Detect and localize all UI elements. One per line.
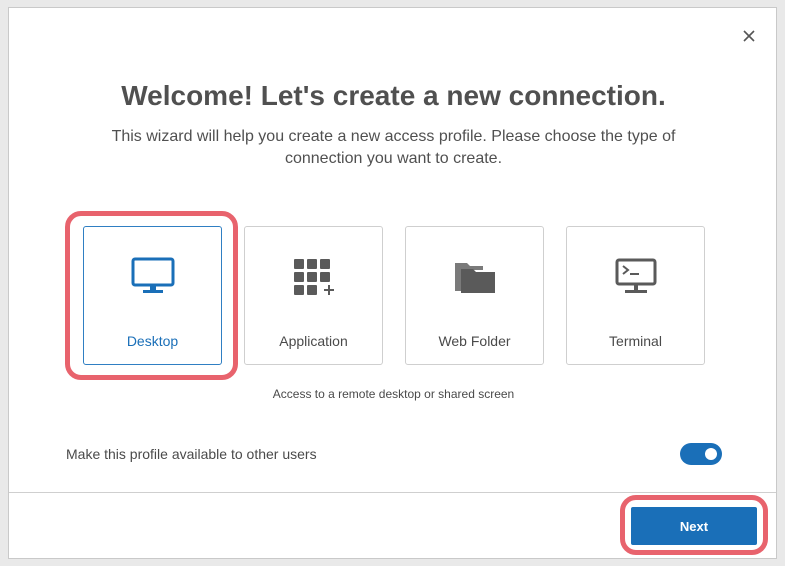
next-button[interactable]: Next xyxy=(631,507,757,545)
type-label: Terminal xyxy=(609,333,662,349)
type-tile-web-folder[interactable]: Web Folder xyxy=(405,226,544,365)
type-label: Web Folder xyxy=(438,333,511,349)
new-connection-dialog: Welcome! Let's create a new connection. … xyxy=(8,7,777,559)
share-profile-toggle[interactable] xyxy=(680,443,722,465)
folder-icon xyxy=(454,263,495,293)
monitor-icon xyxy=(131,257,174,293)
type-label: Application xyxy=(279,333,348,349)
share-profile-label: Make this profile available to other use… xyxy=(66,446,317,462)
footer-divider xyxy=(9,492,776,493)
app-grid-icon xyxy=(293,259,334,295)
type-description: Access to a remote desktop or shared scr… xyxy=(272,387,515,401)
toggle-knob xyxy=(705,448,717,460)
type-label: Desktop xyxy=(126,333,179,349)
type-tile-terminal[interactable]: Terminal xyxy=(566,226,705,365)
terminal-icon xyxy=(615,258,656,293)
close-button[interactable] xyxy=(739,26,759,46)
type-tile-desktop[interactable]: Desktop xyxy=(83,226,222,365)
type-tile-application[interactable]: Application xyxy=(244,226,383,365)
dialog-title: Welcome! Let's create a new connection. xyxy=(121,80,666,111)
dialog-subtitle: This wizard will help you create a new a… xyxy=(111,128,676,167)
close-icon xyxy=(743,30,755,42)
